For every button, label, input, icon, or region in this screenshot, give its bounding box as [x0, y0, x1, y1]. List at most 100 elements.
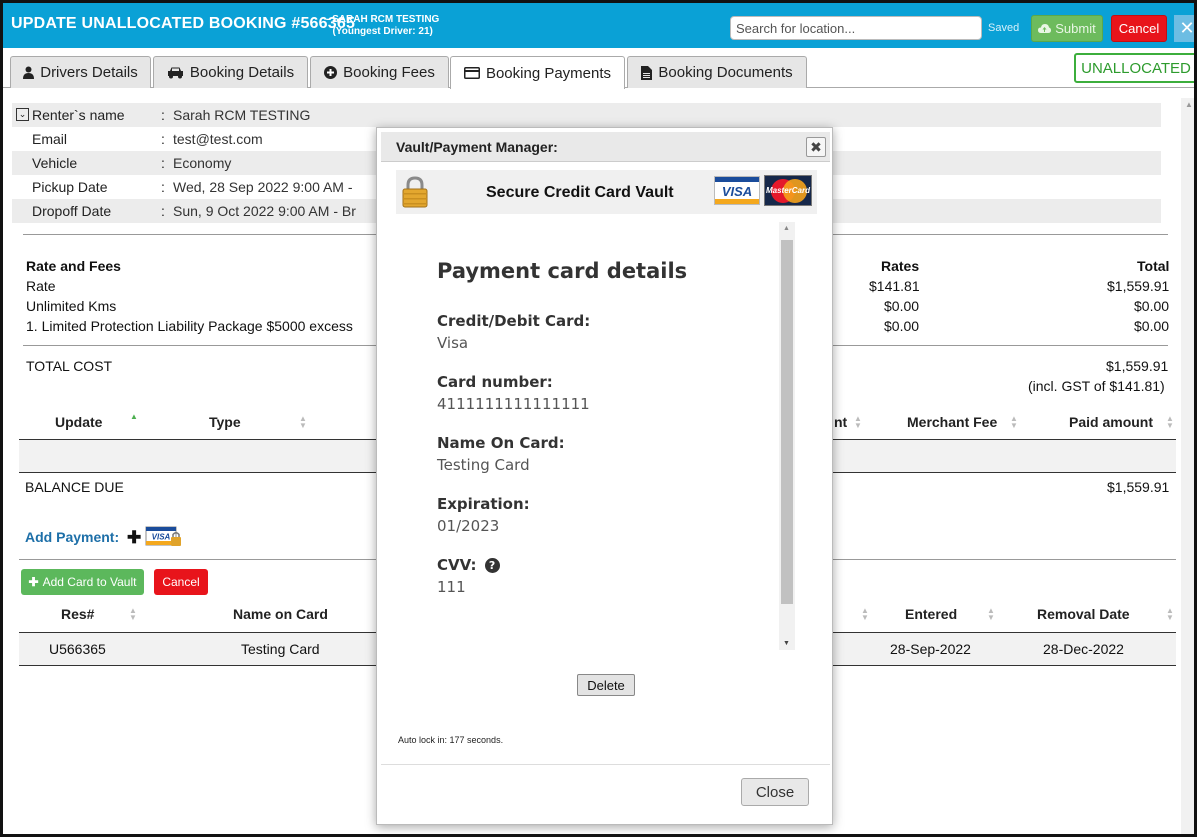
renter-name-value: Sarah RCM TESTING — [173, 107, 311, 123]
email-label: Email — [32, 131, 68, 147]
tab-label: Drivers Details — [40, 64, 138, 81]
page-title: UPDATE UNALLOCATED BOOKING #566365 — [11, 15, 356, 32]
fee-total: $0.00 — [1134, 298, 1170, 314]
total-cost-value: $1,559.91 — [1106, 358, 1169, 374]
location-search-input[interactable] — [730, 16, 982, 40]
delete-card-button[interactable]: Delete — [577, 674, 635, 696]
plus-icon[interactable]: ✚ — [127, 528, 141, 548]
pickup-value: Wed, 28 Sep 2022 9:00 AM - — [173, 179, 353, 195]
scroll-up-icon[interactable]: ▲ — [783, 225, 790, 232]
fee-total: $1,559.91 — [1107, 278, 1170, 294]
divider — [381, 764, 830, 765]
pickup-label: Pickup Date — [32, 179, 108, 195]
page-scrollbar[interactable]: ▲ — [1181, 98, 1194, 834]
subtitle-driver-age: (Youngest Driver: 21) — [332, 26, 433, 37]
fee-label: Unlimited Kms — [26, 298, 117, 314]
fee-label: Rate — [26, 278, 56, 294]
help-icon[interactable]: ? — [484, 558, 500, 573]
col-name-on-card[interactable]: Name on Card — [233, 606, 328, 622]
col-paid-amount[interactable]: Paid amount — [1069, 414, 1153, 430]
balance-due-value: $1,559.91 — [1107, 479, 1170, 495]
card-number-label: Card number: — [437, 373, 553, 391]
col-merchant-fee[interactable]: Merchant Fee — [907, 414, 997, 430]
tab-booking-details[interactable]: Booking Details — [153, 56, 308, 88]
tab-label: Booking Payments — [485, 64, 612, 82]
total-cost-label: TOTAL COST — [26, 358, 113, 374]
details-scrollbar[interactable]: ▲ ▼ — [779, 222, 795, 650]
sort-icon[interactable]: ▲ ▼ — [1010, 415, 1018, 430]
renter-name-row[interactable]: ⌄ Renter`s name : Sarah RCM TESTING — [12, 103, 1161, 127]
scrollbar-thumb[interactable] — [781, 240, 793, 604]
collapse-toggle-icon[interactable]: ⌄ — [16, 108, 29, 121]
tab-drivers-details[interactable]: Drivers Details — [10, 56, 151, 88]
sort-icon[interactable]: ▲ ▼ — [854, 415, 862, 430]
cvv-label: CVV: — [437, 556, 477, 574]
rates-header: Rates — [881, 258, 920, 274]
expiration-value: 01/2023 — [437, 517, 500, 535]
card-details-heading: Payment card details — [437, 259, 688, 283]
user-icon — [23, 66, 35, 79]
card-type-value: Visa — [437, 334, 469, 352]
card-details-panel: Payment card details Credit/Debit Card: … — [396, 222, 796, 650]
res-cell: U566365 — [49, 641, 106, 657]
tab-booking-documents[interactable]: Booking Documents — [627, 56, 807, 88]
cvv-value: 111 — [437, 578, 466, 596]
expiration-label: Expiration: — [437, 495, 530, 513]
tab-booking-fees[interactable]: Booking Fees — [310, 56, 449, 88]
submit-label: Submit — [1055, 21, 1096, 36]
add-card-to-vault-button[interactable]: ✚ Add Card to Vault — [21, 569, 144, 595]
close-dialog-button[interactable]: Close — [741, 778, 809, 806]
sort-icon[interactable]: ▲ ▼ — [861, 607, 869, 622]
renter-subtitle: - SARAH RCM TESTING (Youngest Driver: 21… — [326, 14, 439, 38]
removal-cell: 28-Dec-2022 — [1043, 641, 1124, 657]
cvv-label-row: CVV:? — [437, 556, 500, 574]
col-entered[interactable]: Entered — [905, 606, 957, 622]
cloud-upload-icon — [1038, 24, 1052, 33]
col-type[interactable]: Type — [209, 414, 241, 430]
sort-icon[interactable]: ▲ ▼ — [1166, 415, 1174, 430]
gst-note: (incl. GST of $141.81) — [1028, 378, 1165, 394]
fee-total: $0.00 — [1134, 318, 1170, 334]
subtitle-name: - SARAH RCM TESTING — [326, 14, 440, 25]
close-window-button[interactable]: ✕ — [1174, 15, 1194, 42]
add-payment-label: Add Payment: — [25, 529, 120, 545]
card-number-value: 4111111111111111 — [437, 395, 590, 413]
tab-booking-payments[interactable]: Booking Payments — [450, 56, 625, 89]
dialog-close-button[interactable]: ✖ — [806, 137, 826, 157]
plus-icon: ✚ — [28, 575, 39, 589]
close-icon: ✖ — [810, 138, 822, 155]
vehicle-label: Vehicle — [32, 155, 78, 171]
cancel-card-button[interactable]: Cancel — [154, 569, 208, 595]
name-on-card-label: Name On Card: — [437, 434, 565, 452]
sort-icon[interactable]: ▲ ▼ — [129, 607, 137, 622]
saved-status: Saved — [988, 22, 1020, 34]
email-value: test@test.com — [173, 131, 263, 147]
vault-title: Secure Credit Card Vault — [486, 184, 674, 201]
dialog-header: Vault/Payment Manager: — [381, 132, 830, 162]
sort-icon[interactable]: ▲ ▼ — [299, 415, 307, 430]
balance-due-label: BALANCE DUE — [25, 479, 124, 495]
col-removal-date[interactable]: Removal Date — [1037, 606, 1130, 622]
col-amount[interactable]: nt — [834, 414, 847, 430]
cancel-booking-button[interactable]: Cancel — [1111, 15, 1167, 42]
tab-label: Booking Documents — [658, 64, 793, 81]
vault-card-icon[interactable]: VISA — [145, 526, 183, 548]
sort-icon[interactable]: ▲ ▼ — [1166, 607, 1174, 622]
scroll-up-icon[interactable]: ▲ — [1185, 100, 1193, 109]
padlock-icon — [402, 176, 428, 208]
name-cell: Testing Card — [241, 641, 320, 657]
fee-rate: $0.00 — [884, 298, 920, 314]
scroll-down-icon[interactable]: ▼ — [783, 640, 790, 647]
fee-rate: $141.81 — [869, 278, 920, 294]
sort-icon[interactable]: ▲ ▼ — [987, 607, 995, 622]
booking-window: UPDATE UNALLOCATED BOOKING #566365 - SAR… — [0, 0, 1197, 837]
entered-cell: 28-Sep-2022 — [890, 641, 971, 657]
autolock-countdown: Auto lock in: 177 seconds. — [398, 735, 504, 745]
col-update[interactable]: Update — [55, 414, 102, 430]
card-type-label: Credit/Debit Card: — [437, 312, 591, 330]
fees-heading: Rate and Fees — [26, 258, 121, 274]
submit-button[interactable]: Submit — [1031, 15, 1103, 42]
col-res[interactable]: Res# — [61, 606, 94, 622]
dropoff-value: Sun, 9 Oct 2022 9:00 AM - Br — [173, 203, 356, 219]
sort-asc-icon[interactable]: ▲ — [130, 413, 138, 421]
